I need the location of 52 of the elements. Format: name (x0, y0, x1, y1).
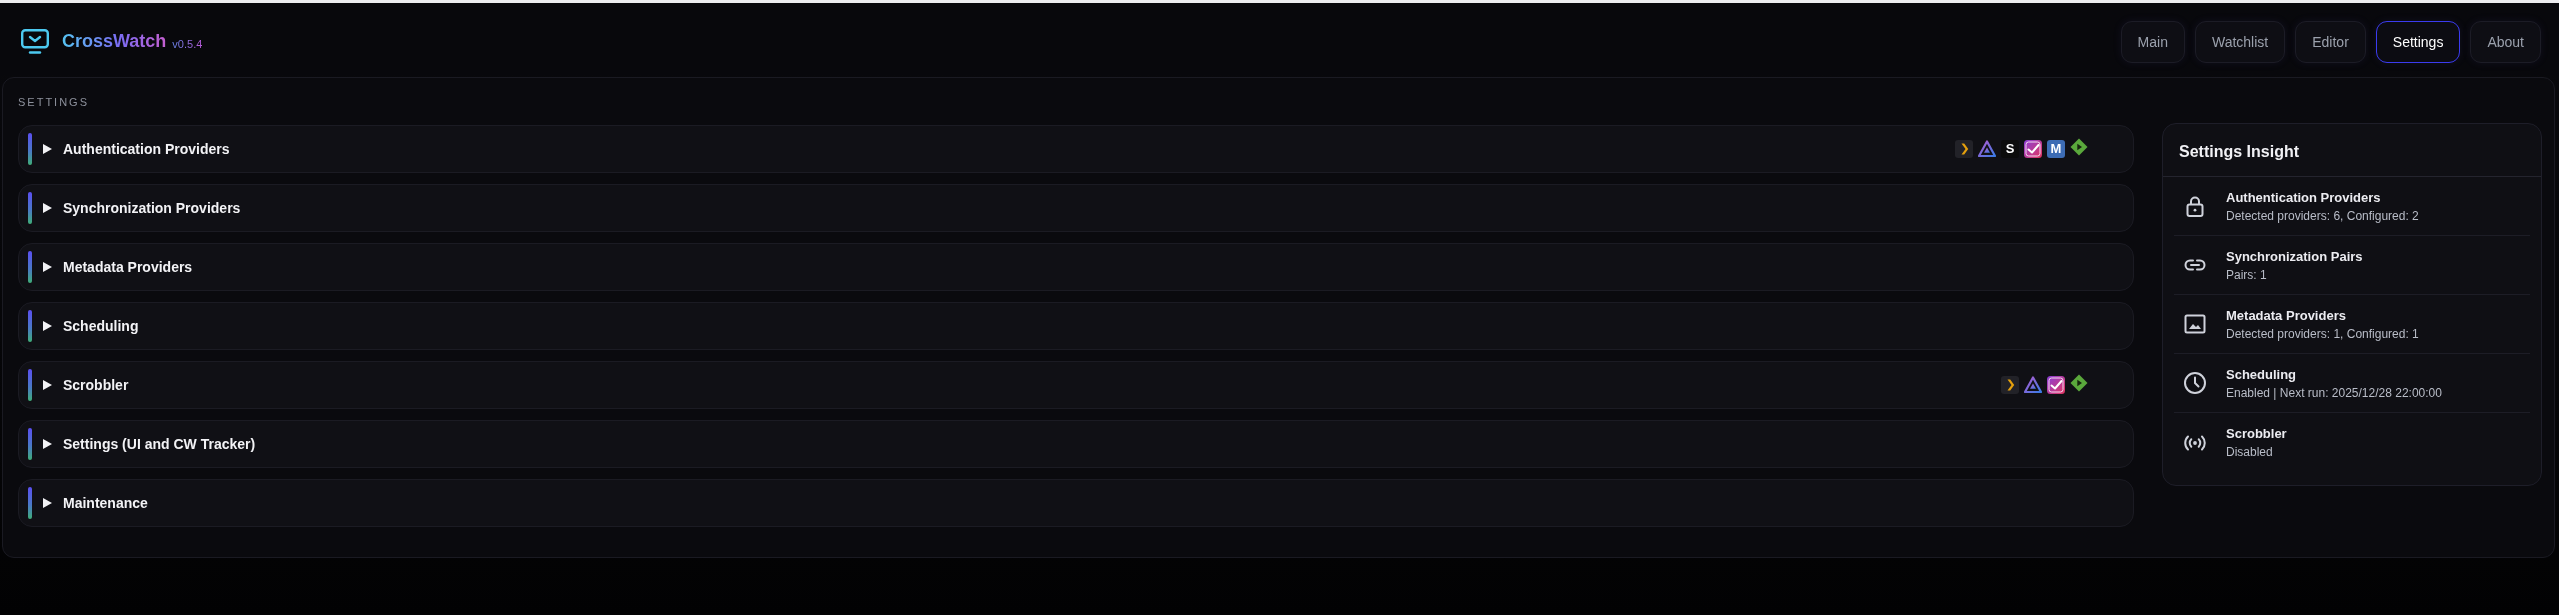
insight-item-title: Synchronization Pairs (2226, 248, 2363, 264)
section-header[interactable]: Metadata Providers (18, 243, 2134, 291)
nav-tab[interactable]: Watchlist (2194, 21, 2286, 63)
insight-item-detail: Pairs: 1 (2226, 267, 2268, 282)
insight-item-detail: Detected providers: 1, Configured: 1 (2226, 326, 2419, 341)
accent-bar (28, 487, 32, 519)
nav-tab[interactable]: About (2470, 21, 2541, 63)
checkbox-logo-icon (2047, 376, 2065, 394)
section-title: Scheduling (63, 318, 139, 334)
triangle-logo-icon (2024, 376, 2042, 394)
section-header[interactable]: Settings (UI and CW Tracker) (18, 420, 2134, 468)
section-title: Scrobbler (63, 377, 129, 393)
section-header[interactable]: Scheduling (18, 302, 2134, 350)
triangle-logo-icon (1978, 140, 1996, 158)
section-title: Metadata Providers (63, 259, 193, 275)
insight-item-title: Scheduling (2226, 366, 2298, 382)
accent-bar (28, 310, 32, 342)
clock-icon (2183, 371, 2207, 395)
section-title: Synchronization Providers (63, 200, 241, 216)
insight-item-title: Metadata Providers (2226, 307, 2347, 323)
chevron-logo-icon (1955, 140, 1973, 158)
accent-bar (28, 133, 32, 165)
accent-bar (28, 369, 32, 401)
insight-item-detail: Disabled (2226, 445, 2274, 459)
lock-icon (2183, 194, 2207, 218)
section-header[interactable]: Scrobbler (18, 361, 2134, 409)
section-heading: SETTINGS (18, 95, 90, 109)
accent-bar (28, 251, 32, 283)
insight-item-detail: Detected providers: 6, Configured: 2 (2226, 208, 2419, 223)
insight-item-detail: Enabled | Next run: 2025/12/28 22:00:00 (2226, 385, 2442, 400)
diamond-logo-icon (2070, 373, 2088, 392)
letter-logo: M (2047, 140, 2065, 158)
section-header[interactable]: Maintenance (18, 479, 2134, 527)
nav-tab[interactable]: Editor (2295, 21, 2366, 63)
insight-title: Settings Insight (2163, 124, 2541, 177)
section-title: Maintenance (63, 495, 148, 511)
letter-logo: S (2001, 140, 2019, 158)
diamond-logo-icon (2070, 137, 2088, 156)
nav-tab[interactable]: Settings (2375, 21, 2461, 63)
image-icon (2183, 312, 2207, 336)
section-title: Settings (UI and CW Tracker) (63, 436, 256, 452)
section-title: Authentication Providers (63, 141, 230, 157)
insight-item-title: Authentication Providers (2226, 189, 2382, 205)
section-header[interactable]: Synchronization Providers (18, 184, 2134, 232)
accent-bar (28, 192, 32, 224)
accent-bar (28, 428, 32, 460)
insight-item-title: Scrobbler (2226, 426, 2287, 441)
nav-tab[interactable]: Main (2120, 21, 2185, 63)
checkbox-logo-icon (2024, 140, 2042, 158)
monitor-logo-icon (21, 28, 49, 54)
section-header[interactable]: Authentication Providers S M (18, 125, 2134, 173)
chevron-logo-icon (2001, 376, 2019, 394)
